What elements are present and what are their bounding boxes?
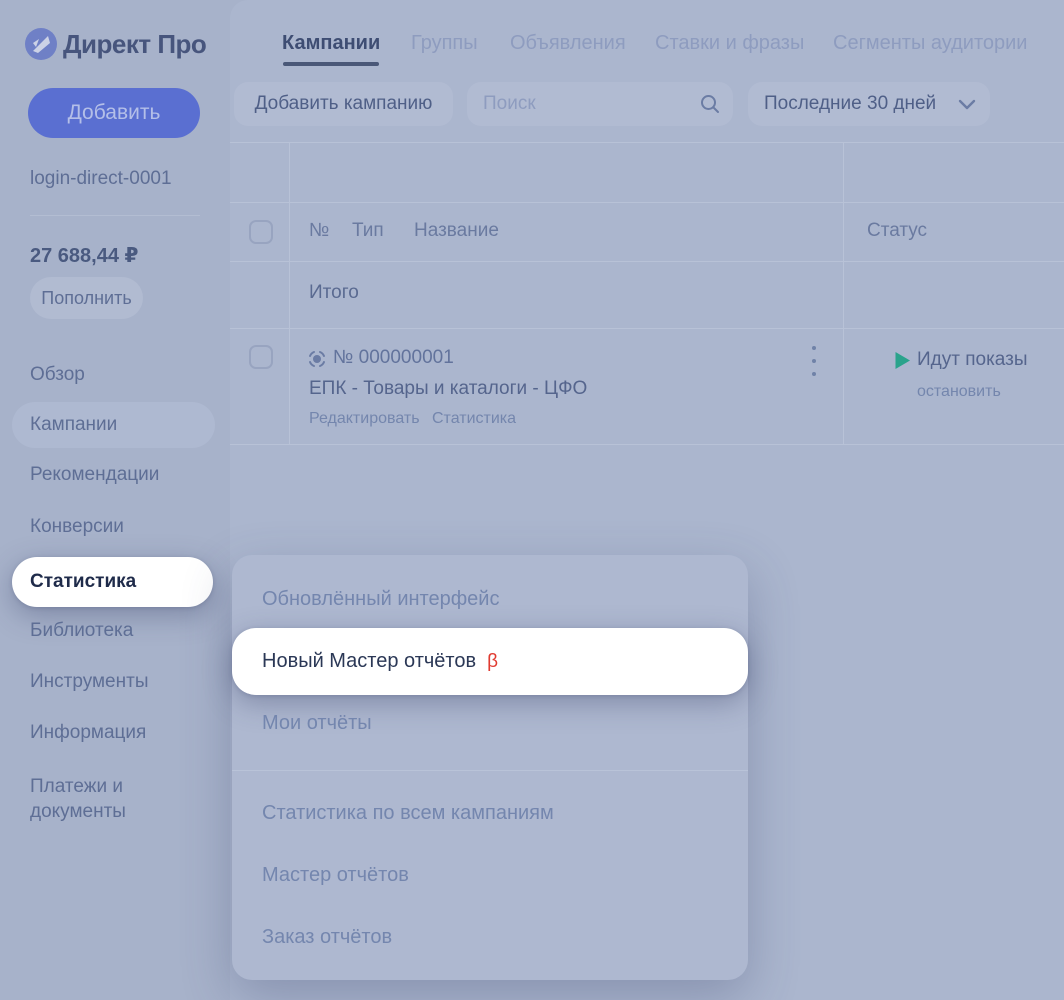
table-border [230,202,1064,203]
account-login: login-direct-0001 [30,168,172,190]
campaign-name[interactable]: ЕПК - Товары и каталоги - ЦФО [309,378,587,400]
tab-ads[interactable]: Объявления [510,30,626,56]
search-icon [699,93,721,115]
sidebar-item-overview[interactable]: Обзор [30,361,85,389]
select-all-checkbox[interactable] [249,220,273,244]
search-input[interactable] [481,92,675,116]
menu-item-report-wizard[interactable]: Мастер отчётов [262,861,409,889]
sidebar-item-conversions[interactable]: Конверсии [30,513,124,541]
chevron-down-icon [958,99,976,110]
total-row-label: Итого [309,282,359,304]
row-checkbox[interactable] [249,345,273,369]
campaign-stats-link[interactable]: Статистика [432,410,516,428]
table-border [230,444,1064,445]
column-header-name[interactable]: Название [414,219,499,243]
sidebar-item-campaigns[interactable]: Кампании [30,411,117,439]
beta-badge: β [487,651,498,673]
direct-pro-logo-icon [25,28,57,60]
date-range-value: Последние 30 дней [764,93,936,115]
table-column-divider [843,142,844,444]
add-campaign-button[interactable]: Добавить кампанию [234,82,453,126]
statistics-dropdown-menu: Обновлённый интерфейс Новый Мастер отчёт… [232,555,748,980]
menu-item-new-report-wizard[interactable]: Новый Мастер отчётов β [232,628,748,695]
add-button[interactable]: Добавить [28,88,200,138]
app-title: Директ Про [63,29,206,60]
tab-bids-phrases[interactable]: Ставки и фразы [655,30,804,56]
kebab-menu-icon[interactable] [806,346,822,376]
active-tab-underline [283,62,379,66]
sidebar-item-statistics[interactable]: Статистика [30,568,136,596]
tab-groups[interactable]: Группы [411,30,478,56]
tab-campaigns[interactable]: Кампании [282,30,380,56]
status-badge: Идут показы [917,349,1028,371]
stop-campaign-link[interactable]: остановить [917,383,1001,401]
sidebar-divider [30,215,200,216]
campaign-edit-link[interactable]: Редактировать [309,410,420,428]
tab-audience-segments[interactable]: Сегменты аудитории [833,30,1027,56]
table-border [230,142,1064,143]
campaign-type-icon [308,350,326,368]
sidebar-item-information[interactable]: Информация [30,719,146,747]
search-field[interactable] [467,82,733,126]
table-border [230,261,1064,262]
menu-item-updated-interface[interactable]: Обновлённый интерфейс [262,585,499,613]
table-column-divider [289,142,290,444]
column-header-type[interactable]: Тип [352,219,384,243]
sidebar-item-library[interactable]: Библиотека [30,617,133,645]
play-icon [894,351,911,370]
column-header-number[interactable]: № [309,219,329,243]
sidebar-item-recommendations[interactable]: Рекомендации [30,461,159,489]
date-range-selector[interactable]: Последние 30 дней [748,82,990,126]
column-header-status[interactable]: Статус [867,219,927,243]
topup-button[interactable]: Пополнить [30,277,143,319]
table-border [230,328,1064,329]
menu-item-label: Новый Мастер отчётов [262,650,476,673]
menu-item-stats-all-campaigns[interactable]: Статистика по всем кампаниям [262,799,554,827]
account-balance: 27 688,44 ₽ [30,243,138,268]
campaign-number[interactable]: № 000000001 [333,347,454,369]
menu-item-my-reports[interactable]: Мои отчёты [262,709,372,737]
sidebar-item-payments[interactable]: Платежи и документы [30,774,210,824]
menu-divider [232,770,748,771]
menu-item-order-reports[interactable]: Заказ отчётов [262,923,392,951]
sidebar-item-tools[interactable]: Инструменты [30,668,148,696]
